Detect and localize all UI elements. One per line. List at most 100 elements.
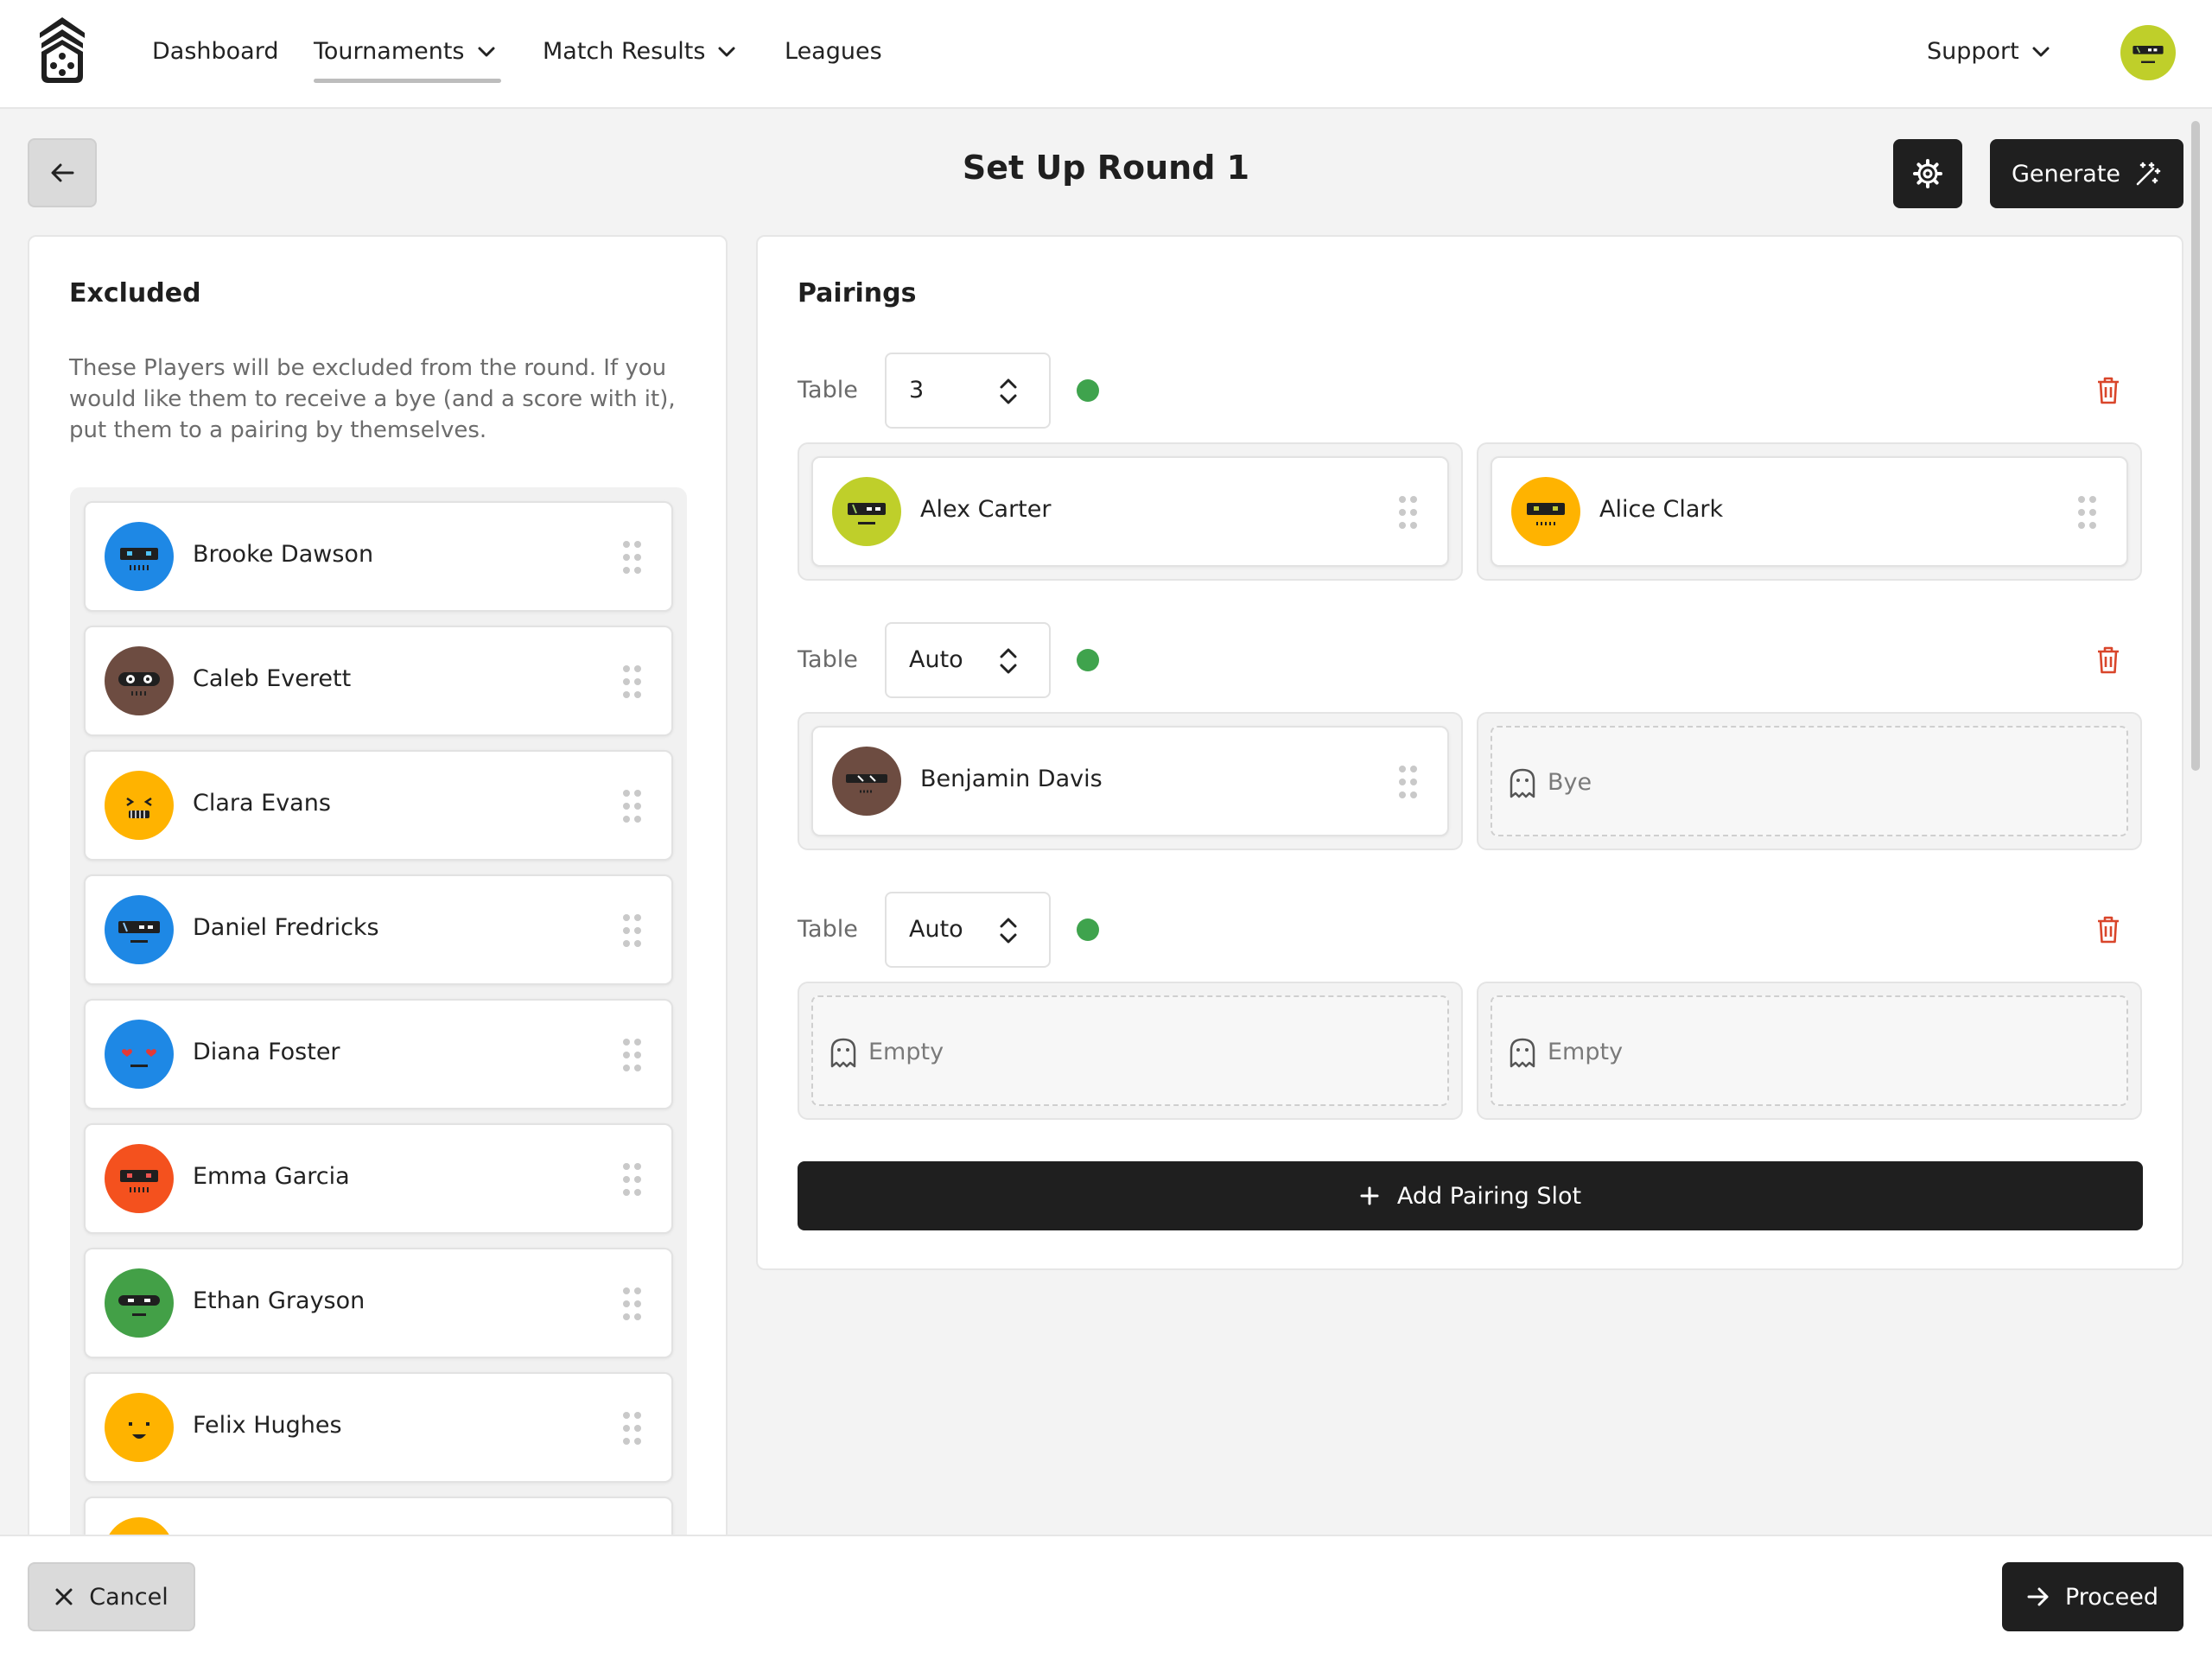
- drag-handle-icon[interactable]: [623, 1163, 642, 1196]
- goggles-face-icon: [118, 672, 160, 696]
- nav-leagues[interactable]: Leagues: [785, 38, 882, 65]
- chevron-up-down-icon[interactable]: [997, 914, 1020, 947]
- nav-tournaments[interactable]: Tournaments: [314, 38, 496, 65]
- ghost-icon: [1510, 768, 1535, 798]
- visor-face-icon: [848, 503, 886, 524]
- avatar: [832, 747, 901, 816]
- drag-handle-icon[interactable]: [1399, 496, 1418, 529]
- avatar: [105, 522, 174, 591]
- cancel-label: Cancel: [89, 1583, 168, 1611]
- player-name: Felix Hughes: [193, 1412, 342, 1439]
- nav-match-results-label: Match Results: [543, 38, 706, 65]
- player-card-alex-carter[interactable]: Alex Carter: [811, 456, 1449, 567]
- footer-bar: [0, 1535, 2212, 1659]
- drag-handle-icon[interactable]: [623, 665, 642, 698]
- drag-handle-icon[interactable]: [623, 1412, 642, 1445]
- gear-icon: [1913, 159, 1942, 188]
- user-avatar[interactable]: [2120, 25, 2176, 80]
- chevron-down-icon: [478, 47, 494, 56]
- pairing-slot: Alex Carter: [798, 442, 1463, 581]
- table-number-stepper[interactable]: 3: [885, 353, 1051, 429]
- player-card-clara-evans[interactable]: Clara Evans: [84, 750, 673, 861]
- trash-icon[interactable]: [2095, 915, 2121, 944]
- page-title: Set Up Round 1: [962, 149, 1250, 187]
- player-card-alice-clark[interactable]: Alice Clark: [1491, 456, 2128, 567]
- robot-face-icon: [120, 548, 158, 570]
- player-card-diana-foster[interactable]: Diana Foster: [84, 999, 673, 1109]
- bye-drop-zone[interactable]: Bye: [1491, 726, 2128, 836]
- player-card-brooke-dawson[interactable]: Brooke Dawson: [84, 501, 673, 612]
- player-card-felix-hughes[interactable]: Felix Hughes: [84, 1372, 673, 1483]
- excluded-title: Excluded: [69, 278, 201, 308]
- proceed-label: Proceed: [2064, 1583, 2159, 1611]
- avatar: [832, 477, 901, 546]
- support-menu[interactable]: Support: [1927, 38, 2050, 65]
- player-name: Daniel Fredricks: [193, 914, 379, 941]
- empty-drop-zone[interactable]: Empty: [811, 995, 1449, 1106]
- add-pairing-slot-button[interactable]: Add Pairing Slot: [798, 1161, 2143, 1230]
- avatar: [105, 1144, 174, 1213]
- smile-face-icon: [129, 1422, 149, 1439]
- avatar: [105, 895, 174, 964]
- table-number-stepper[interactable]: Auto: [885, 892, 1051, 968]
- player-name: Ethan Grayson: [193, 1287, 365, 1314]
- pairing-slot: Empty: [1477, 982, 2142, 1120]
- nav-match-results[interactable]: Match Results: [543, 38, 736, 65]
- status-dot: [1077, 649, 1099, 671]
- chevron-up-down-icon[interactable]: [997, 375, 1020, 408]
- empty-label: Empty: [868, 1039, 944, 1065]
- player-card-caleb-everett[interactable]: Caleb Everett: [84, 626, 673, 736]
- visor-face-icon: [118, 921, 160, 943]
- magic-wand-icon: [2136, 162, 2161, 186]
- excluded-player-list: Brooke Dawson Caleb Everett Clara Evans …: [70, 487, 687, 1645]
- drag-handle-icon[interactable]: [623, 541, 642, 574]
- pairing-slot: Alice Clark: [1477, 442, 2142, 581]
- plus-icon: [1360, 1186, 1379, 1205]
- ghost-icon: [830, 1038, 856, 1068]
- player-card-daniel-fredricks[interactable]: Daniel Fredricks: [84, 874, 673, 985]
- table-label: Table: [798, 646, 858, 673]
- robot-face-icon: [1527, 503, 1565, 525]
- settings-button[interactable]: [1893, 139, 1962, 208]
- mask-face-icon: [118, 1295, 160, 1316]
- chevron-up-down-icon[interactable]: [997, 645, 1020, 677]
- scrollbar[interactable]: [2191, 121, 2200, 771]
- dice-logo-icon[interactable]: [35, 16, 90, 86]
- player-name: Emma Garcia: [193, 1163, 350, 1190]
- player-card-benjamin-davis[interactable]: Benjamin Davis: [811, 726, 1449, 836]
- robot-face-icon: [120, 1170, 158, 1192]
- pairing-slot: Bye: [1477, 712, 2142, 850]
- active-tab-indicator: [314, 79, 501, 83]
- shades-face-icon: [846, 774, 887, 793]
- proceed-button[interactable]: Proceed: [2002, 1562, 2183, 1631]
- player-name: Clara Evans: [193, 790, 331, 817]
- drag-handle-icon[interactable]: [2078, 496, 2097, 529]
- add-pairing-slot-label: Add Pairing Slot: [1396, 1182, 1582, 1210]
- empty-drop-zone[interactable]: Empty: [1491, 995, 2128, 1106]
- table-number-value: Auto: [909, 916, 963, 943]
- generate-label: Generate: [2011, 160, 2121, 188]
- trash-icon[interactable]: [2095, 645, 2121, 675]
- cancel-button[interactable]: Cancel: [28, 1562, 195, 1631]
- player-name: Caleb Everett: [193, 665, 352, 692]
- drag-handle-icon[interactable]: [623, 1287, 642, 1320]
- drag-handle-icon[interactable]: [623, 1039, 642, 1071]
- table-number-value: 3: [909, 377, 925, 404]
- player-card-emma-garcia[interactable]: Emma Garcia: [84, 1123, 673, 1234]
- empty-label: Empty: [1548, 1039, 1624, 1065]
- ghost-icon: [1510, 1038, 1535, 1068]
- close-icon: [55, 1588, 73, 1605]
- table-number-value: Auto: [909, 646, 963, 673]
- generate-button[interactable]: Generate: [1990, 139, 2183, 208]
- drag-handle-icon[interactable]: [623, 790, 642, 823]
- drag-handle-icon[interactable]: [1399, 766, 1418, 798]
- nav-dashboard[interactable]: Dashboard: [152, 38, 278, 65]
- drag-handle-icon[interactable]: [623, 914, 642, 947]
- squint-face-icon: [126, 797, 152, 818]
- top-navigation-bar: Dashboard Tournaments Match Results Leag…: [0, 0, 2212, 109]
- nav-leagues-label: Leagues: [785, 38, 882, 65]
- trash-icon[interactable]: [2095, 376, 2121, 405]
- player-card-ethan-grayson[interactable]: Ethan Grayson: [84, 1248, 673, 1358]
- heart-eyes-face-icon: [122, 1049, 156, 1067]
- table-number-stepper[interactable]: Auto: [885, 622, 1051, 698]
